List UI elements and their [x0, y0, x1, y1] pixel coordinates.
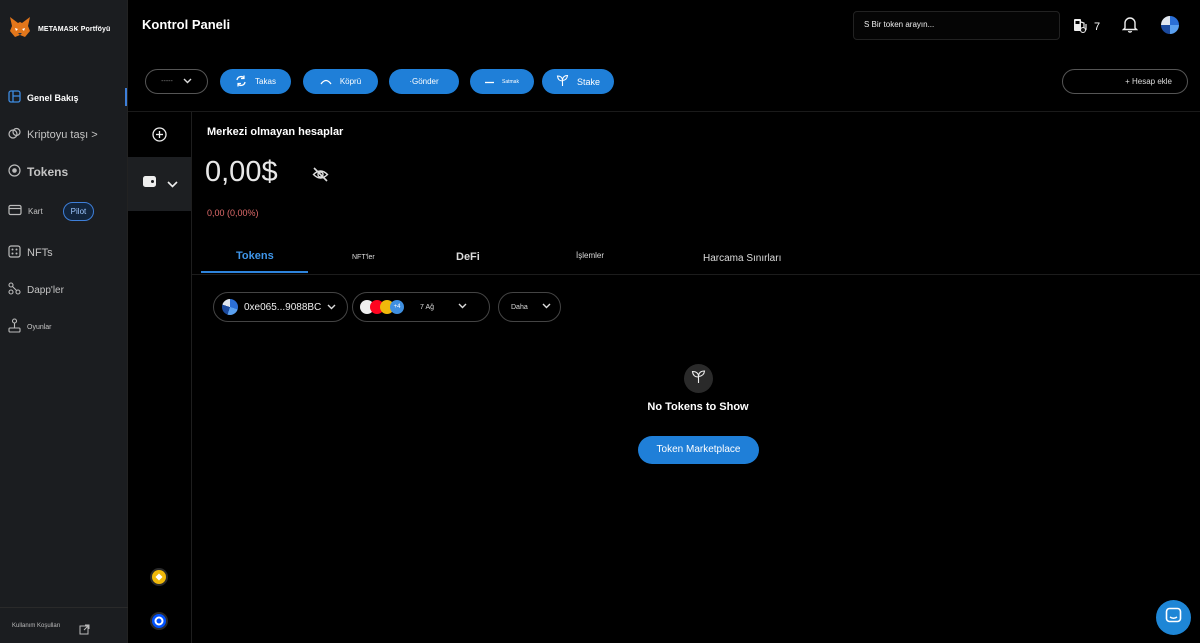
coin-icon-gold[interactable] — [150, 568, 168, 586]
sidebar-item-label: Dapp'ler — [27, 284, 64, 296]
tab-transactions[interactable]: İşlemler — [576, 251, 604, 260]
sidebar-item-card[interactable]: Kart Pilot — [8, 202, 95, 221]
bell-icon[interactable] — [1121, 16, 1139, 38]
sidebar-item-label: Kart — [28, 207, 43, 216]
minus-icon — [485, 77, 495, 86]
rail-wallet-selected[interactable] — [128, 157, 191, 211]
account-title: Merkezi olmayan hesaplar — [207, 126, 344, 138]
tab-spending-limits[interactable]: Harcama Sınırları — [703, 253, 781, 264]
sprout-icon — [691, 369, 706, 389]
chat-icon — [1165, 607, 1182, 629]
network-extra-badge: +4 — [390, 300, 404, 314]
gas-pump-icon — [1072, 17, 1088, 36]
dapp-icon — [8, 282, 21, 298]
swap-button[interactable]: Takas — [220, 69, 291, 94]
network-icons: +4 — [358, 300, 404, 314]
coin-icon-blue[interactable] — [150, 612, 168, 630]
sidebar-item-nfts[interactable]: NFTs — [8, 245, 53, 261]
move-icon — [8, 127, 21, 143]
sidebar-item-label: Kriptoyu taşı > — [27, 129, 98, 141]
more-filter[interactable]: Daha — [498, 292, 561, 322]
send-button[interactable]: ·Gönder — [389, 69, 459, 94]
chevron-down-icon — [166, 175, 178, 193]
search-input[interactable]: S Bir token arayın... — [853, 11, 1060, 40]
brand-name: METAMASK Portföyü — [38, 26, 111, 33]
chevron-down-icon — [183, 77, 192, 86]
sidebar: METAMASK Portföyü Genel Bakış Kriptoyu t… — [0, 0, 128, 643]
empty-state-message: No Tokens to Show — [647, 401, 749, 413]
eye-off-icon[interactable] — [312, 166, 329, 188]
address-filter[interactable]: 0xe065...9088BC — [213, 292, 348, 322]
address-text: 0xe065...9088BC — [244, 301, 322, 313]
sell-button[interactable]: Satmak — [470, 69, 534, 94]
dashboard-icon — [8, 90, 21, 105]
active-indicator — [125, 88, 127, 106]
stake-button[interactable]: Stake — [542, 69, 614, 94]
balance-value: 0,00$ — [205, 156, 278, 188]
account-rail — [128, 112, 192, 643]
bridge-label: Köprü — [339, 77, 362, 86]
fox-logo-icon — [8, 16, 32, 43]
add-account-button[interactable]: + Hesap ekle — [1062, 69, 1188, 94]
support-chat-button[interactable] — [1156, 600, 1191, 635]
active-tab-indicator — [201, 271, 308, 273]
account-avatar-icon — [222, 299, 238, 315]
swap-icon — [235, 75, 247, 89]
grid-icon — [8, 245, 21, 261]
chevron-down-icon — [327, 302, 336, 313]
wallet-icon — [142, 175, 157, 193]
tab-defi[interactable]: DeFi — [456, 251, 480, 263]
notifications-count[interactable]: 7 — [1072, 17, 1100, 36]
sprout-icon — [556, 74, 569, 89]
sidebar-item-move-crypto[interactable]: Kriptoyu taşı > — [8, 127, 98, 143]
toolbar-divider — [128, 111, 1200, 112]
app-root: METAMASK Portföyü Genel Bakış Kriptoyu t… — [0, 0, 1200, 643]
sidebar-item-tokens[interactable]: Tokens — [8, 164, 68, 180]
account-selector[interactable]: ----- — [145, 69, 208, 94]
account-selector-text: ----- — [161, 78, 173, 85]
swap-label: Takas — [255, 77, 276, 86]
sidebar-item-overview[interactable]: Genel Bakış — [8, 90, 79, 105]
stake-label: Stake — [576, 76, 600, 87]
page-title: Kontrol Paneli — [142, 17, 231, 32]
bridge-icon — [320, 77, 332, 87]
sidebar-item-label: Tokens — [27, 165, 69, 179]
token-marketplace-button[interactable]: Token Marketplace — [638, 436, 759, 464]
sidebar-footer: Kullanım Koşulları — [0, 607, 128, 643]
more-text: Daha — [511, 303, 528, 311]
sidebar-item-dapps[interactable]: Dapp'ler — [8, 282, 64, 298]
notifications-count-text: 7 — [1094, 20, 1101, 33]
send-label: ·Gönder — [409, 77, 439, 86]
avatar[interactable] — [1161, 16, 1179, 34]
joystick-icon — [8, 318, 21, 336]
chevron-down-icon — [542, 303, 551, 311]
brand[interactable]: METAMASK Portföyü — [8, 16, 110, 43]
sell-label: Satmak — [502, 78, 519, 85]
token-icon — [8, 164, 21, 180]
add-account-label: + Hesap ekle — [1125, 77, 1172, 86]
pilot-badge[interactable]: Pilot — [62, 202, 95, 221]
tab-tokens[interactable]: Tokens — [236, 250, 274, 262]
card-icon — [8, 204, 22, 219]
networks-text: 7 Ağ — [420, 303, 435, 311]
terms-link[interactable]: Kullanım Koşulları — [12, 623, 60, 629]
sidebar-item-label: NFTs — [27, 247, 53, 259]
sidebar-item-label: Oyunlar — [27, 323, 52, 331]
add-circle-icon[interactable] — [152, 127, 167, 147]
external-link-icon[interactable] — [79, 622, 90, 640]
bridge-button[interactable]: Köprü — [303, 69, 378, 94]
tab-nfts[interactable]: NFT'ler — [352, 254, 375, 261]
network-filter[interactable]: +4 7 Ağ — [352, 292, 490, 322]
sidebar-item-games[interactable]: Oyunlar — [8, 318, 52, 336]
empty-state-icon — [684, 364, 713, 393]
sidebar-item-label: Genel Bakış — [27, 92, 79, 103]
chevron-down-icon — [458, 303, 467, 311]
tabs-divider — [192, 274, 1200, 275]
balance-change: 0,00 (0,00%) — [207, 208, 259, 218]
